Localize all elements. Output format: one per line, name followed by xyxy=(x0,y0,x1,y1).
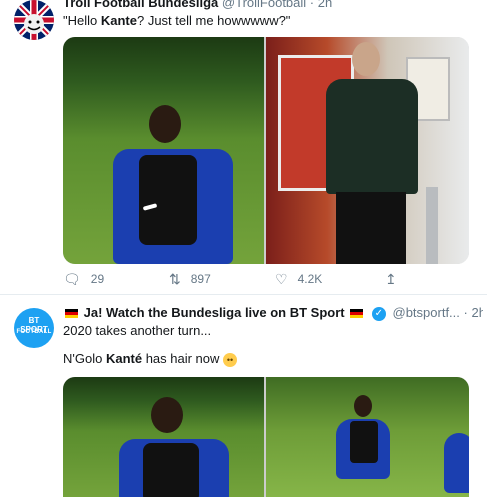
tweet-text-line2: N'Golo Kanté has hair now •• xyxy=(63,351,238,367)
retweet-count: 897 xyxy=(190,272,211,286)
tweet-text-part: "Hello xyxy=(63,13,101,28)
share-icon: ↥ xyxy=(385,271,397,287)
verified-badge-icon: ✓ xyxy=(371,306,386,321)
tweet-text-bold: Kanté xyxy=(105,351,143,366)
german-flag-icon xyxy=(65,309,78,319)
tweet-time[interactable]: 2h xyxy=(471,305,483,320)
reply-icon: 🗨 xyxy=(63,271,81,287)
man-trousers xyxy=(336,192,406,264)
author-name[interactable]: Troll Football Bundesliga xyxy=(63,0,218,10)
tweet-actions: 🗨 29 ⇅ 897 ♡ 4.2K ↥ xyxy=(63,271,469,291)
man-sweater xyxy=(326,79,418,194)
german-flag-icon xyxy=(350,309,364,319)
tweet-text-part: N'Golo xyxy=(63,351,106,366)
avatar-bt-sport[interactable]: BT SPORT FOOTBALL xyxy=(14,308,54,348)
media-photo-left[interactable] xyxy=(63,377,264,497)
separator-dot: · xyxy=(463,305,468,320)
hushed-face-emoji: •• xyxy=(223,352,238,367)
share-button[interactable]: ↥ xyxy=(385,271,397,287)
avatar-football-label: FOOTBALL xyxy=(16,329,52,335)
avatar-troll-football[interactable] xyxy=(14,0,54,40)
bollard xyxy=(426,187,438,264)
media-photo-right[interactable] xyxy=(266,377,469,497)
tweet-troll-football[interactable]: Troll Football Bundesliga @TrollFootball… xyxy=(0,0,487,294)
player-head xyxy=(354,395,372,417)
player-bib xyxy=(350,421,378,463)
tweet-header: Ja! Watch the Bundesliga live on BT Spor… xyxy=(63,305,483,321)
reply-count: 29 xyxy=(90,272,105,286)
player-shirt-partial xyxy=(444,433,469,493)
player-head xyxy=(151,397,183,433)
tweet-text: "Hello Kante? Just tell me howwwww?" xyxy=(63,13,290,28)
reply-button[interactable]: 🗨 29 xyxy=(63,271,104,287)
retweet-button[interactable]: ⇅ 897 xyxy=(169,271,211,287)
like-count: 4.2K xyxy=(297,272,323,286)
tweet-header: Troll Football Bundesliga @TrollFootball… xyxy=(63,0,483,10)
tweet-text-bold: Kante xyxy=(100,13,137,28)
author-handle[interactable]: @btsportf... xyxy=(393,305,460,320)
heart-icon: ♡ xyxy=(275,271,288,287)
player-bib xyxy=(139,155,197,245)
media-photo-left[interactable] xyxy=(63,37,264,264)
author-handle[interactable]: @TrollFootball · 2h xyxy=(222,0,332,10)
media-photo-right[interactable] xyxy=(266,37,469,264)
man-head xyxy=(352,42,380,76)
author-name[interactable]: Ja! Watch the Bundesliga live on BT Spor… xyxy=(84,305,345,320)
tweet-media[interactable] xyxy=(63,377,469,497)
player-bib xyxy=(143,443,199,497)
player-head xyxy=(149,105,181,143)
tweet-text-part: ? Just tell me howwwww?" xyxy=(136,13,291,28)
tweet-media[interactable] xyxy=(63,37,469,264)
retweet-icon: ⇅ xyxy=(169,271,181,287)
tweet-bt-sport[interactable]: BT SPORT FOOTBALL Ja! Watch the Bundesli… xyxy=(0,294,487,497)
tweet-text-part: has hair now xyxy=(142,351,220,366)
like-button[interactable]: ♡ 4.2K xyxy=(275,271,322,287)
tweet-text-line1: 2020 takes another turn... xyxy=(63,323,212,338)
